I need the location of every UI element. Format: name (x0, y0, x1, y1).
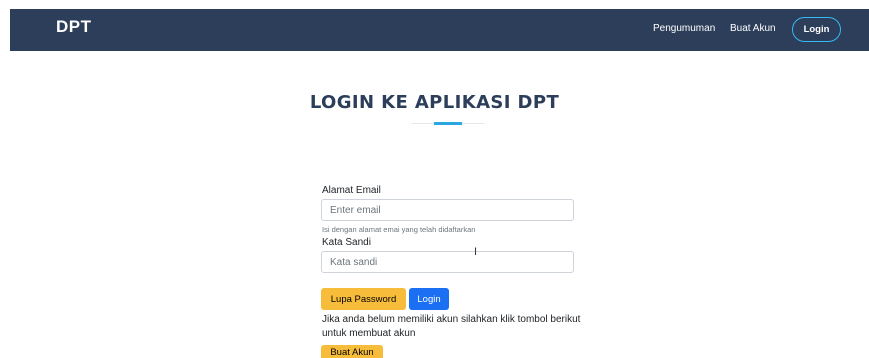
top-strip (0, 0, 869, 9)
password-placeholder: Kata sandi (330, 256, 378, 268)
title-divider-accent (434, 122, 462, 125)
nav-login-button[interactable]: Login (792, 17, 841, 42)
email-label: Alamat Email (322, 185, 381, 196)
nav-link-buat-akun[interactable]: Buat Akun (730, 23, 776, 34)
page-title: LOGIN KE APLIKASI DPT (309, 92, 560, 113)
nav-link-pengumuman[interactable]: Pengumuman (653, 23, 715, 34)
email-placeholder: Enter email (330, 204, 381, 216)
register-button[interactable]: Buat Akun (321, 345, 383, 358)
password-field[interactable]: Kata sandi (321, 251, 574, 273)
register-info-text: Jika anda belum memiliki akun silahkan k… (322, 314, 581, 339)
email-field[interactable]: Enter email (321, 199, 574, 221)
email-help-text: Isi dengan alamat emai yang telah didaft… (322, 225, 476, 234)
forgot-password-button[interactable]: Lupa Password (321, 288, 406, 310)
navbar: DPT Pengumuman Buat Akun Login (10, 9, 869, 51)
brand-logo[interactable]: DPT (56, 17, 92, 37)
text-cursor-icon: I (474, 246, 478, 258)
password-label: Kata Sandi (322, 237, 371, 248)
login-button[interactable]: Login (409, 288, 449, 310)
